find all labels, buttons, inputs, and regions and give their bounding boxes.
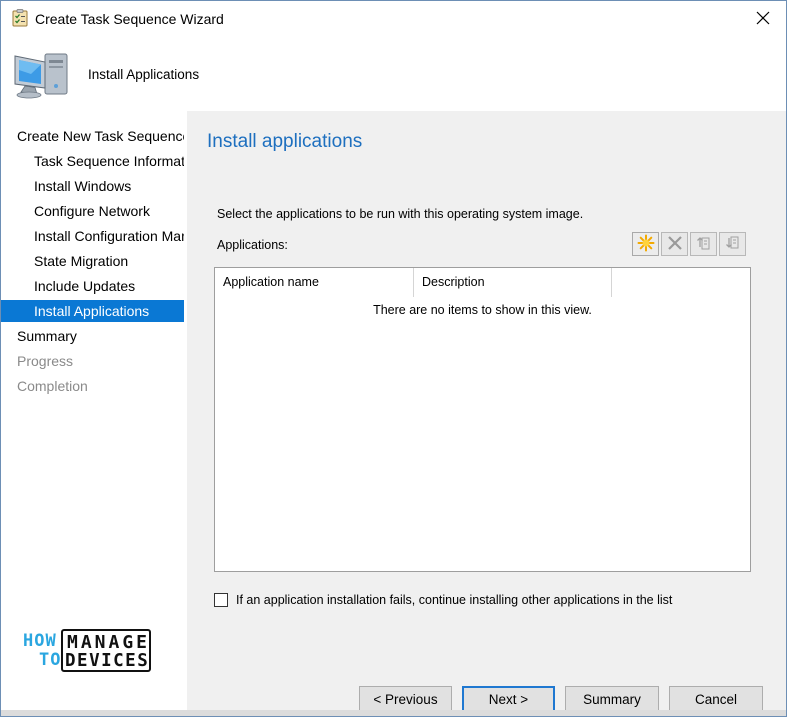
logo-how-text: HOW: [23, 631, 57, 651]
nav-item-install-configuration-manager: Install Configuration Manager: [34, 228, 184, 244]
continue-on-failure-label[interactable]: If an application installation fails, co…: [236, 593, 672, 607]
close-icon: [756, 11, 770, 28]
remove-application-button[interactable]: [661, 232, 688, 256]
column-header-filler: [612, 268, 749, 297]
logo-to-text: TO: [39, 650, 62, 670]
applications-toolbar: [632, 232, 746, 256]
continue-on-failure-checkbox[interactable]: [214, 593, 228, 607]
nav-item-install-windows: Install Windows: [34, 178, 132, 194]
clipboard-checklist-icon: [12, 9, 28, 27]
nav-item-completion: Completion: [17, 378, 88, 394]
new-star-icon: [637, 234, 655, 255]
nav-item-summary: Summary: [17, 328, 77, 344]
close-button[interactable]: [740, 1, 786, 37]
howtomanagedevices-logo: HOW TO MANAGE DEVICES: [23, 628, 153, 672]
move-up-button[interactable]: [690, 232, 717, 256]
applications-label: Applications:: [217, 238, 288, 252]
computer-icon: [11, 48, 71, 102]
continue-on-failure-option[interactable]: If an application installation fails, co…: [214, 593, 672, 607]
wizard-page-panel: Install applications Select the applicat…: [187, 111, 786, 716]
nav-item-include-updates: Include Updates: [34, 278, 136, 294]
move-down-button[interactable]: [719, 232, 746, 256]
nav-item-install-applications: Install Applications: [1, 300, 184, 322]
logo-manage-text: MANAGE: [67, 632, 151, 653]
bottom-border: [1, 710, 786, 716]
cancel-button[interactable]: Cancel: [669, 686, 763, 713]
nav-item-task-sequence-information: Task Sequence Information: [34, 153, 184, 169]
applications-list[interactable]: Application name Description There are n…: [214, 267, 751, 572]
nav-item-state-migration: State Migration: [34, 253, 129, 269]
instructions-text: Select the applications to be run with t…: [217, 207, 584, 221]
nav-item-create-new-task-sequence: Create New Task Sequence: [17, 128, 184, 144]
logo-devices-text: DEVICES: [65, 651, 150, 671]
logo-box: MANAGE DEVICES: [61, 629, 151, 672]
column-header-application-name[interactable]: Application name: [215, 268, 414, 297]
nav-item-progress: Progress: [17, 353, 74, 369]
list-empty-message: There are no items to show in this view.: [373, 303, 592, 317]
move-down-icon: [724, 234, 742, 255]
move-up-icon: [695, 234, 713, 255]
wizard-window: Create Task Sequence Wizard Install Appl…: [0, 0, 787, 717]
delete-x-icon: [667, 235, 683, 254]
wizard-header: Install Applications: [1, 39, 786, 111]
add-application-button[interactable]: [632, 232, 659, 256]
nav-item-configure-network: Configure Network: [34, 203, 150, 219]
next-button[interactable]: Next >: [462, 686, 555, 713]
title-bar: Create Task Sequence Wizard: [1, 1, 786, 39]
header-title: Install Applications: [88, 67, 200, 82]
page-title: Install applications: [207, 131, 363, 152]
window-title: Create Task Sequence Wizard: [35, 11, 224, 27]
column-header-description[interactable]: Description: [414, 268, 612, 297]
previous-button[interactable]: < Previous: [359, 686, 452, 713]
wizard-step-nav: Create New Task Sequence Task Sequence I…: [1, 111, 187, 716]
summary-button[interactable]: Summary: [565, 686, 659, 713]
list-header: Application name Description: [215, 268, 750, 297]
